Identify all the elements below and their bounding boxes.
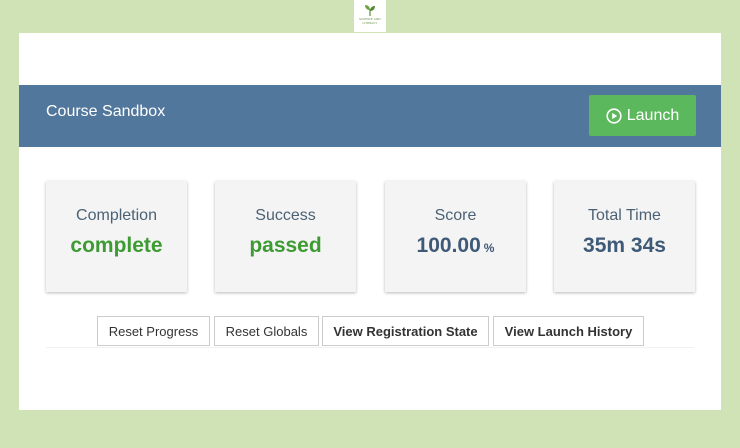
- score-stat: Score 100.00%: [385, 181, 526, 292]
- view-registration-state-button[interactable]: View Registration State: [322, 316, 489, 346]
- course-title: Course Sandbox: [46, 103, 166, 120]
- play-circle-icon: [606, 107, 622, 124]
- success-value: passed: [249, 234, 322, 257]
- view-launch-history-button[interactable]: View Launch History: [493, 316, 644, 346]
- launch-label: Launch: [626, 106, 680, 124]
- score-value-row: 100.00%: [385, 234, 526, 258]
- completion-stat: Completion complete: [46, 181, 187, 292]
- completion-label: Completion: [76, 207, 157, 224]
- launch-button[interactable]: Launch: [589, 95, 696, 136]
- total-time-label: Total Time: [588, 207, 661, 224]
- course-header: Course Sandbox Launch: [19, 85, 721, 147]
- logo-text: SCIENCE AND LITERACY: [359, 17, 381, 25]
- site-logo: SCIENCE AND LITERACY: [354, 0, 386, 32]
- score-label: Score: [434, 207, 477, 224]
- score-unit: %: [483, 241, 495, 255]
- completion-value: complete: [70, 234, 163, 257]
- total-time-value: 35m 34s: [583, 234, 666, 257]
- reset-globals-button[interactable]: Reset Globals: [214, 316, 319, 346]
- divider: [46, 347, 694, 348]
- success-stat: Success passed: [215, 181, 356, 292]
- score-value: 100.00: [416, 234, 481, 257]
- reset-progress-button[interactable]: Reset Progress: [97, 316, 210, 346]
- leaf-icon: [365, 5, 375, 16]
- total-time-stat: Total Time 35m 34s: [554, 181, 695, 292]
- success-label: Success: [255, 207, 316, 224]
- course-card: Course Sandbox Launch Completion complet…: [19, 33, 721, 410]
